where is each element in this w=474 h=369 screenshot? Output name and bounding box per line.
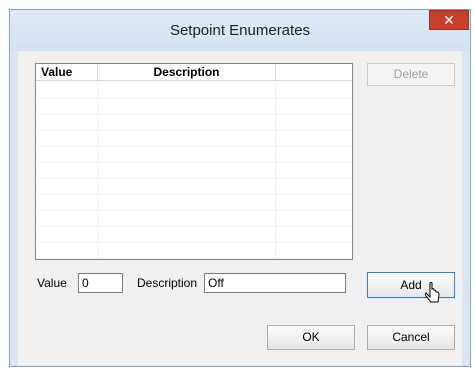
value-field[interactable] [78,273,123,293]
column-header-description[interactable]: Description [98,64,276,80]
enumerates-list[interactable]: Value Description [35,63,353,260]
frame-left [10,51,18,366]
list-row-separator [36,98,352,99]
list-row-separator [36,226,352,227]
list-row-separator [36,242,352,243]
cancel-button[interactable]: Cancel [367,325,455,350]
window-title: Setpoint Enumerates [169,22,311,39]
list-header: Value Description [36,64,352,81]
column-header-value[interactable]: Value [36,64,98,80]
list-row-separator [36,178,352,179]
delete-button[interactable]: Delete [367,63,455,86]
list-row-separator [36,130,352,131]
list-row-separator [36,114,352,115]
list-row-separator [36,258,352,259]
frame-right [462,51,470,366]
list-row-separator [36,194,352,195]
list-row-separator [36,146,352,147]
column-divider [97,81,98,259]
close-button[interactable]: ✕ [429,10,469,30]
description-field[interactable] [204,273,346,293]
value-label: Value [37,276,67,290]
list-row-separator [36,210,352,211]
column-header-extra[interactable] [276,64,352,80]
mouse-pointer-icon [425,282,440,303]
ok-button[interactable]: OK [267,325,355,350]
list-row-separator [36,162,352,163]
close-icon: ✕ [443,12,455,28]
title-bar[interactable]: Setpoint Enumerates ✕ [10,10,470,51]
description-label: Description [137,276,198,290]
column-divider [275,81,276,259]
